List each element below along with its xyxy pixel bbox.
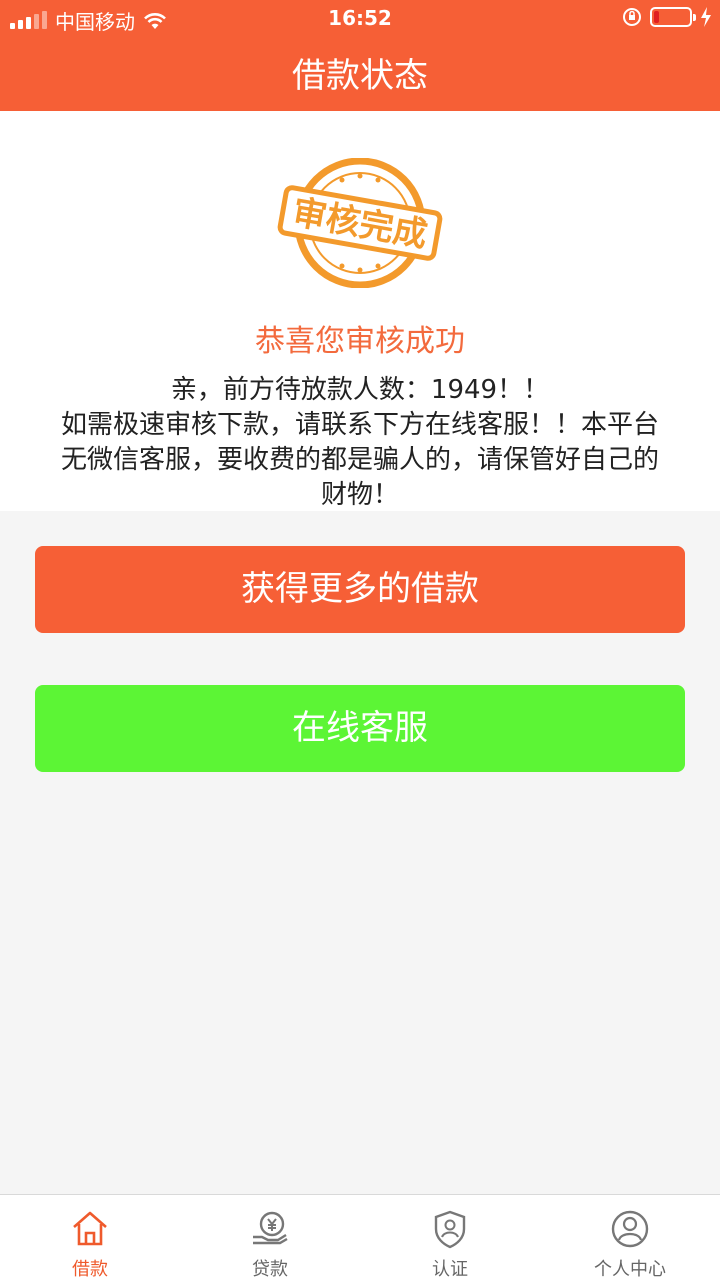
- charging-icon: [701, 7, 711, 27]
- clock: 16:52: [328, 6, 392, 30]
- tab-label: 借款: [72, 1259, 108, 1280]
- online-service-button[interactable]: 在线客服: [35, 685, 685, 772]
- app-header: 中国移动 16:52 借款状态: [0, 0, 720, 111]
- tab-label: 贷款: [252, 1259, 288, 1280]
- battery-icon: [650, 7, 696, 27]
- tab-label: 认证: [432, 1259, 468, 1280]
- page-title: 借款状态: [292, 56, 428, 96]
- notice-line: 无微信客服，要收费的都是骗人的，请保管好自己的: [60, 445, 659, 475]
- tab-profile[interactable]: 个人中心: [540, 1195, 720, 1280]
- bottom-tab-bar: 借款 贷款 认证 个人中心: [0, 1194, 720, 1280]
- get-more-loans-button[interactable]: 获得更多的借款: [35, 546, 685, 633]
- user-icon: [611, 1210, 649, 1248]
- tab-loan[interactable]: 借款: [0, 1195, 180, 1280]
- notice-line: 如需极速审核下款，请联系下方在线客服！！本平台: [60, 410, 659, 440]
- status-bar: 中国移动 16:52: [0, 0, 720, 36]
- notice-line: 财物！: [320, 480, 399, 510]
- approved-stamp-icon: 审核完成: [277, 158, 443, 288]
- congrats-heading: 恭喜您审核成功: [255, 324, 465, 359]
- tab-borrow[interactable]: 贷款: [180, 1195, 360, 1280]
- home-icon: [73, 1211, 107, 1246]
- rotation-lock-icon: [623, 8, 641, 26]
- status-right: [622, 7, 712, 27]
- shield-user-icon: [434, 1210, 466, 1249]
- tab-verify[interactable]: 认证: [360, 1195, 540, 1280]
- notice-message: 亲，前方待放款人数：1949！！ 如需极速审核下款，请联系下方在线客服！！本平台…: [25, 373, 695, 513]
- tab-label: 个人中心: [594, 1259, 666, 1280]
- yuan-hand-icon: [253, 1211, 288, 1245]
- notice-line: 亲，前方待放款人数：1949！！: [170, 375, 550, 405]
- status-card: 审核完成 恭喜您审核成功 亲，前方待放款人数：1949！！ 如需极速审核下款，请…: [0, 111, 720, 511]
